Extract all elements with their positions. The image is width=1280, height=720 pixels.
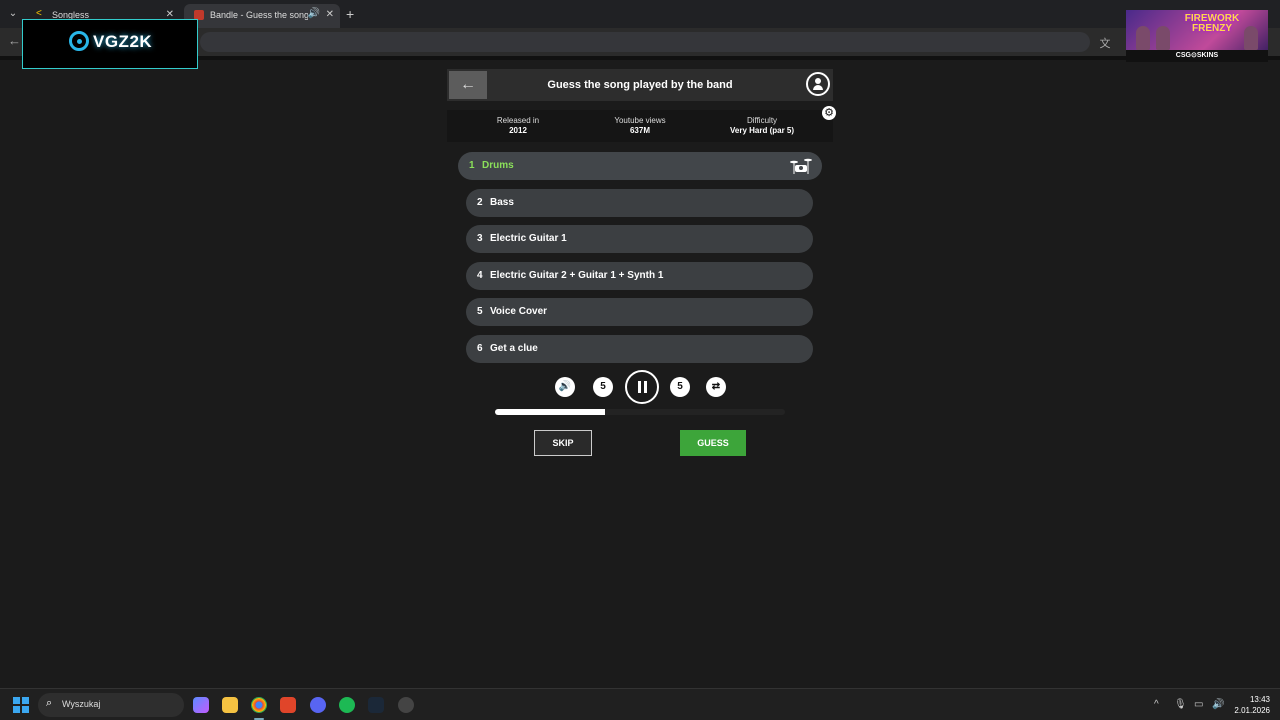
- app-header: ← Guess the song played by the band: [447, 69, 833, 101]
- ad-figure-image: [1156, 26, 1170, 50]
- profile-icon[interactable]: [806, 72, 830, 96]
- skip-button[interactable]: SKIP: [534, 430, 592, 456]
- track-item[interactable]: 4 Electric Guitar 2 + Guitar 1 + Synth 1: [466, 262, 813, 290]
- track-name: Electric Guitar 2 + Guitar 1 + Synth 1: [490, 270, 664, 281]
- stream-ad-banner: FIREWORK FRENZY CSG⊙SKINS: [1126, 10, 1268, 62]
- search-icon: ⌕: [46, 697, 53, 709]
- copilot-icon[interactable]: [193, 697, 209, 713]
- file-explorer-icon[interactable]: [222, 697, 238, 713]
- track-name: Drums: [482, 160, 514, 171]
- ad-brand: CSG⊙SKINS: [1126, 50, 1268, 62]
- address-bar[interactable]: [200, 32, 1090, 52]
- network-icon[interactable]: ▭: [1194, 699, 1203, 710]
- stream-overlay-logo: VGZ2K: [22, 19, 198, 69]
- discord-icon[interactable]: [310, 697, 326, 713]
- microphone-icon[interactable]: 🎙: [1174, 699, 1187, 710]
- app-icon[interactable]: [398, 697, 414, 713]
- tab-audio-icon[interactable]: 🔊: [308, 8, 320, 19]
- songless-favicon-icon: <: [36, 8, 42, 19]
- speaker-icon[interactable]: 🔊: [1212, 699, 1224, 710]
- forward-5-button[interactable]: 5: [670, 377, 690, 397]
- tab-close-icon[interactable]: ✕: [326, 9, 334, 20]
- track-item[interactable]: 3 Electric Guitar 1: [466, 225, 813, 253]
- info-label: Difficulty: [746, 116, 778, 125]
- track-number: 4: [477, 270, 483, 281]
- track-item[interactable]: 6 Get a clue: [466, 335, 813, 363]
- rewind-5-button[interactable]: 5: [593, 377, 613, 397]
- search-placeholder: Wyszukaj: [62, 699, 101, 709]
- playback-progress-fill: [495, 409, 606, 415]
- taskbar-search[interactable]: ⌕ Wyszukaj: [38, 693, 184, 717]
- rewind-seconds-label: 5: [600, 381, 606, 392]
- song-info-bar: Released in 2012 Youtube views 637M Diff…: [447, 110, 833, 142]
- track-item[interactable]: 1 Drums: [458, 152, 822, 180]
- drum-kit-icon: [790, 158, 812, 174]
- info-released: Released in 2012: [463, 116, 573, 136]
- repeat-off-icon[interactable]: ⇄: [706, 377, 726, 397]
- arrow-left-icon: ←: [460, 76, 476, 93]
- tray-chevron-icon[interactable]: ^: [1154, 699, 1159, 710]
- clock-time: 13:43: [1249, 695, 1270, 704]
- ad-figure-image: [1244, 26, 1258, 50]
- forward-seconds-label: 5: [677, 381, 683, 392]
- track-item[interactable]: 5 Voice Cover: [466, 298, 813, 326]
- logo-text: VGZ2K: [93, 32, 153, 51]
- ad-figure-image: [1136, 26, 1150, 50]
- guess-button[interactable]: GUESS: [680, 430, 746, 456]
- pause-button[interactable]: [625, 370, 659, 404]
- tab-search-chevron-icon[interactable]: ⌄: [4, 6, 22, 22]
- playback-progress-bar[interactable]: [495, 409, 785, 415]
- info-views: Youtube views 637M: [585, 116, 695, 136]
- track-name: Get a clue: [490, 343, 538, 354]
- info-value: 637M: [629, 126, 650, 135]
- info-value: Very Hard (par 5): [729, 126, 795, 135]
- track-item[interactable]: 2 Bass: [466, 189, 813, 217]
- track-name: Voice Cover: [490, 306, 548, 317]
- track-number: 2: [477, 197, 483, 208]
- track-number: 1: [469, 160, 475, 171]
- track-name: Electric Guitar 1: [490, 233, 567, 244]
- volume-icon[interactable]: 🔊: [555, 377, 575, 397]
- track-number: 6: [477, 343, 483, 354]
- info-label: Released in: [496, 116, 540, 125]
- windows-taskbar: ⌕ Wyszukaj ^ 🎙 ▭ 🔊 13:43 2.01.2026: [0, 688, 1280, 720]
- back-button[interactable]: ←: [449, 71, 487, 99]
- info-difficulty: Difficulty Very Hard (par 5): [707, 116, 817, 136]
- chrome-icon[interactable]: [251, 697, 267, 713]
- track-number: 3: [477, 233, 483, 244]
- taskbar-clock[interactable]: 13:43 2.01.2026: [1234, 694, 1270, 716]
- settings-gear-icon[interactable]: ⚙: [822, 106, 836, 120]
- steam-icon[interactable]: [368, 697, 384, 713]
- ad-title: FIREWORK FRENZY: [1184, 13, 1240, 34]
- brave-icon[interactable]: [280, 697, 296, 713]
- clock-date: 2.01.2026: [1234, 706, 1270, 715]
- track-number: 5: [477, 306, 483, 317]
- logo-ring-icon: [69, 31, 89, 51]
- info-value: 2012: [509, 126, 527, 135]
- track-name: Bass: [490, 197, 514, 208]
- tab-bandle[interactable]: Bandle - Guess the song, o 🔊 ✕: [184, 4, 340, 28]
- spotify-icon[interactable]: [339, 697, 355, 713]
- windows-start-icon[interactable]: [13, 697, 29, 713]
- translate-icon[interactable]: 文: [1098, 35, 1112, 50]
- info-label: Youtube views: [614, 116, 666, 125]
- page-title: Guess the song played by the band: [547, 79, 733, 91]
- browser-back-icon[interactable]: ←: [8, 33, 21, 48]
- new-tab-button[interactable]: +: [346, 6, 354, 22]
- tab-title: Bandle - Guess the song, o: [210, 10, 308, 20]
